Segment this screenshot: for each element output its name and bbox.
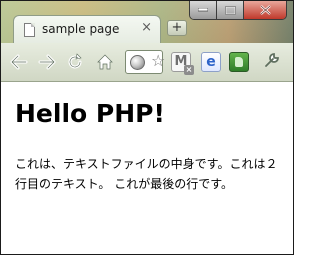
tab-sample-page[interactable]: sample page × xyxy=(13,15,161,43)
page-icon xyxy=(24,23,35,37)
browser-window: sample page × + ☆ M × e Hello PHP! これは、テキ… xyxy=(0,0,294,255)
page-paragraph: これは、テキストファイルの中身です。これは２行目のテキスト。 これが最後の行です… xyxy=(15,157,278,191)
window-caption-buttons xyxy=(189,1,287,20)
new-tab-button[interactable]: + xyxy=(167,20,187,36)
page-content: Hello PHP! これは、テキストファイルの中身です。これは２行目のテキスト… xyxy=(1,82,293,254)
page-heading: Hello PHP! xyxy=(15,99,165,128)
close-icon xyxy=(259,5,271,15)
back-arrow-icon[interactable] xyxy=(9,52,29,72)
forward-arrow-icon[interactable] xyxy=(37,52,57,72)
maximize-button[interactable] xyxy=(217,1,244,19)
maximize-icon xyxy=(224,5,236,15)
reload-icon[interactable] xyxy=(65,52,85,72)
evernote-extension-icon[interactable] xyxy=(229,52,249,72)
globe-icon xyxy=(130,54,145,70)
wrench-icon[interactable] xyxy=(263,51,281,74)
gmail-extension-icon[interactable]: M × xyxy=(171,52,194,75)
close-button[interactable] xyxy=(244,1,286,19)
bookmark-star-icon[interactable]: ☆ xyxy=(151,51,165,70)
ie-tab-extension-icon[interactable]: e xyxy=(201,52,221,72)
toolbar: ☆ M × e xyxy=(1,43,293,82)
home-icon[interactable] xyxy=(95,52,115,72)
minimize-button[interactable] xyxy=(190,1,217,19)
tab-close-icon[interactable]: × xyxy=(141,21,152,35)
tab-title: sample page xyxy=(42,22,120,36)
minimize-icon xyxy=(198,8,208,12)
